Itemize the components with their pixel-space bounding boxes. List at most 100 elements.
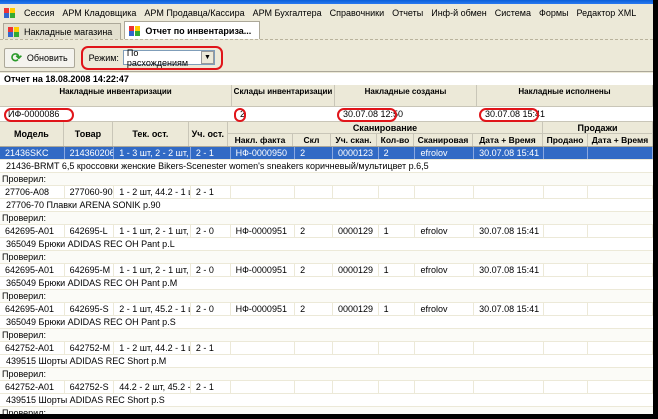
table-cell: 27706-A08 — [0, 186, 65, 198]
highlight-oval — [4, 108, 74, 122]
table-cell: НФ-0000951 — [231, 303, 296, 315]
table-cell: 30.07.08 15:41 — [474, 264, 544, 276]
col-sold[interactable]: Продано — [543, 134, 588, 146]
table-row[interactable]: 642695-A01 642695-M 1 - 1 шт, 2 - 1 шт, 42… — [0, 264, 653, 277]
checked-by: Проверил: — [0, 173, 653, 186]
col-qty[interactable]: Кол-во — [377, 134, 414, 146]
table-cell: 2 - 1 — [191, 381, 231, 393]
table-cell: 642695-A01 — [0, 303, 65, 315]
col-sale-datetime[interactable]: Дата + Время — [588, 134, 653, 146]
table-cell: 0000129 — [333, 225, 379, 237]
item-description: 365049 Брюки ADIDAS REC OH Pant р.M — [0, 277, 653, 290]
table-cell: 1 - 2 шт, 44.2 - 1 шт — [114, 342, 191, 354]
table-cell: 642695-M — [65, 264, 115, 276]
menu-item[interactable]: АРМ Продавца/Кассира — [144, 8, 244, 18]
table-cell: 2 — [295, 264, 333, 276]
col-scan-datetime[interactable]: Дата + Время — [473, 134, 543, 146]
filter-field[interactable]: 2 — [232, 107, 335, 122]
table-cell: 2 - 0 — [191, 264, 231, 276]
table-cell — [544, 186, 589, 198]
table-cell — [231, 342, 296, 354]
table-cell: 44.2 - 2 шт, 45.2 - 2 — [114, 381, 191, 393]
menu-item[interactable]: Формы — [539, 8, 569, 18]
table-cell: 642695-A01 — [0, 225, 65, 237]
table-row[interactable]: 642695-A01642695-S2 - 1 шт, 45.2 - 1 шт2… — [0, 303, 653, 316]
col-accounted-stock[interactable]: Уч. ост. — [189, 122, 228, 146]
checked-by: Проверил: — [0, 407, 653, 414]
table-cell — [544, 264, 589, 276]
col-item[interactable]: Товар — [64, 122, 114, 146]
group-sales: Продажи Продано Дата + Время — [543, 122, 653, 146]
chevron-down-icon[interactable]: ▼ — [201, 51, 214, 64]
table-cell: 30.07.08 15:41 — [474, 147, 544, 159]
refresh-button[interactable]: ⟳ Обновить — [4, 47, 75, 68]
app-window: Сессия АРМ Кладовщика АРМ Продавца/Кассира… — [0, 0, 653, 414]
menu-item[interactable]: АРМ Кладовщика — [62, 8, 136, 18]
table-cell — [474, 342, 544, 354]
tab-icon — [129, 25, 141, 36]
col-current-stock[interactable]: Тек. ост. — [113, 122, 189, 146]
table-cell — [544, 381, 589, 393]
table-cell — [544, 342, 589, 354]
table-cell: 642695-L — [65, 225, 115, 237]
table-row[interactable]: 642695-A01 642695-L 1 - 1 шт, 2 - 1 шт, 42… — [0, 225, 653, 238]
menu-item[interactable]: Инф-й обмен — [431, 8, 487, 18]
col-acc-scan[interactable]: Уч. скан. — [331, 134, 377, 146]
table-cell — [415, 342, 475, 354]
table-cell: 642752-M — [65, 342, 115, 354]
table-cell — [588, 342, 653, 354]
item-description: 21436-BRMT 6,5 кроссовки женские Bikers-… — [0, 160, 653, 173]
menu-item[interactable]: Справочники — [330, 8, 385, 18]
table-cell — [379, 186, 416, 198]
refresh-label: Обновить — [26, 52, 68, 63]
col-fact-invoice[interactable]: Накл. факта — [228, 134, 293, 146]
table-cell: 642752-A01 — [0, 381, 65, 393]
table-cell: 2 — [295, 303, 333, 315]
table-cell — [333, 186, 379, 198]
highlight-oval — [234, 108, 246, 122]
table-cell — [474, 186, 544, 198]
table-row[interactable]: 27706-A08277060-901 - 2 шт, 44.2 - 1 шт2… — [0, 186, 653, 199]
table-cell — [544, 147, 589, 159]
tab-store-invoices[interactable]: Накладные магазина — [3, 23, 122, 39]
menu-item[interactable]: Сессия — [24, 8, 54, 18]
checked-by: Проверил: — [0, 290, 653, 303]
menu-item[interactable]: Система — [495, 8, 531, 18]
highlight-oval — [337, 108, 397, 122]
col-warehouse[interactable]: Скл — [293, 134, 331, 146]
table-cell: 2 — [379, 147, 416, 159]
item-description: 27706-70 Плавки ARENA SONIK р.90 — [0, 199, 653, 212]
col-scanner[interactable]: Сканировая — [414, 134, 473, 146]
menu-item[interactable]: АРМ Бухгалтера — [253, 8, 322, 18]
table-cell — [544, 303, 589, 315]
filter-field[interactable]: 30.07.08 15:41 — [477, 107, 653, 122]
filter-field[interactable]: 30.07.08 12:50 — [335, 107, 477, 122]
table-cell: 2 - 0 — [191, 225, 231, 237]
table-row[interactable]: 642752-A01642752-M1 - 2 шт, 44.2 - 1 шт2… — [0, 342, 653, 355]
tab-inventory-report[interactable]: Отчет по инвентариза... — [124, 21, 261, 39]
table-cell — [295, 186, 333, 198]
table-cell: 2 - 1 шт, 45.2 - 1 шт — [114, 303, 191, 315]
mode-select[interactable]: По расхождениям ▼ — [122, 48, 215, 68]
table-cell: 642695-S — [65, 303, 115, 315]
table-cell: 2 — [295, 225, 333, 237]
table-cell — [544, 225, 589, 237]
report-grid: Модель Товар Тек. ост. Уч. ост. Сканиров… — [0, 122, 653, 414]
menu-item[interactable]: Редактор XML — [577, 8, 637, 18]
table-cell — [231, 381, 296, 393]
table-cell: 1 - 1 шт, 2 - 1 шт, 4 — [114, 225, 191, 237]
table-cell: 30.07.08 15:41 — [474, 225, 544, 237]
table-cell — [588, 381, 653, 393]
table-cell: 1 — [379, 225, 416, 237]
checked-by: Проверил: — [0, 329, 653, 342]
table-row[interactable]: 21436SKC214360206501 - 3 шт, 2 - 2 шт, 4… — [0, 147, 653, 160]
filter-field[interactable]: ИФ-0000086 — [0, 107, 232, 122]
toolbar: ⟳ Обновить Режим: По расхождениям ▼ — [0, 44, 653, 72]
table-cell: 1 - 3 шт, 2 - 2 шт, 4 — [114, 147, 191, 159]
col-model[interactable]: Модель — [0, 122, 64, 146]
table-cell: 2 - 0 — [191, 303, 231, 315]
table-row[interactable]: 642752-A01 642752-S 44.2 - 2 шт, 45.2 - 22… — [0, 381, 653, 394]
checked-by: Проверил: — [0, 251, 653, 264]
menu-item[interactable]: Отчеты — [392, 8, 423, 18]
grid-header: Модель Товар Тек. ост. Уч. ост. Сканиров… — [0, 122, 653, 147]
